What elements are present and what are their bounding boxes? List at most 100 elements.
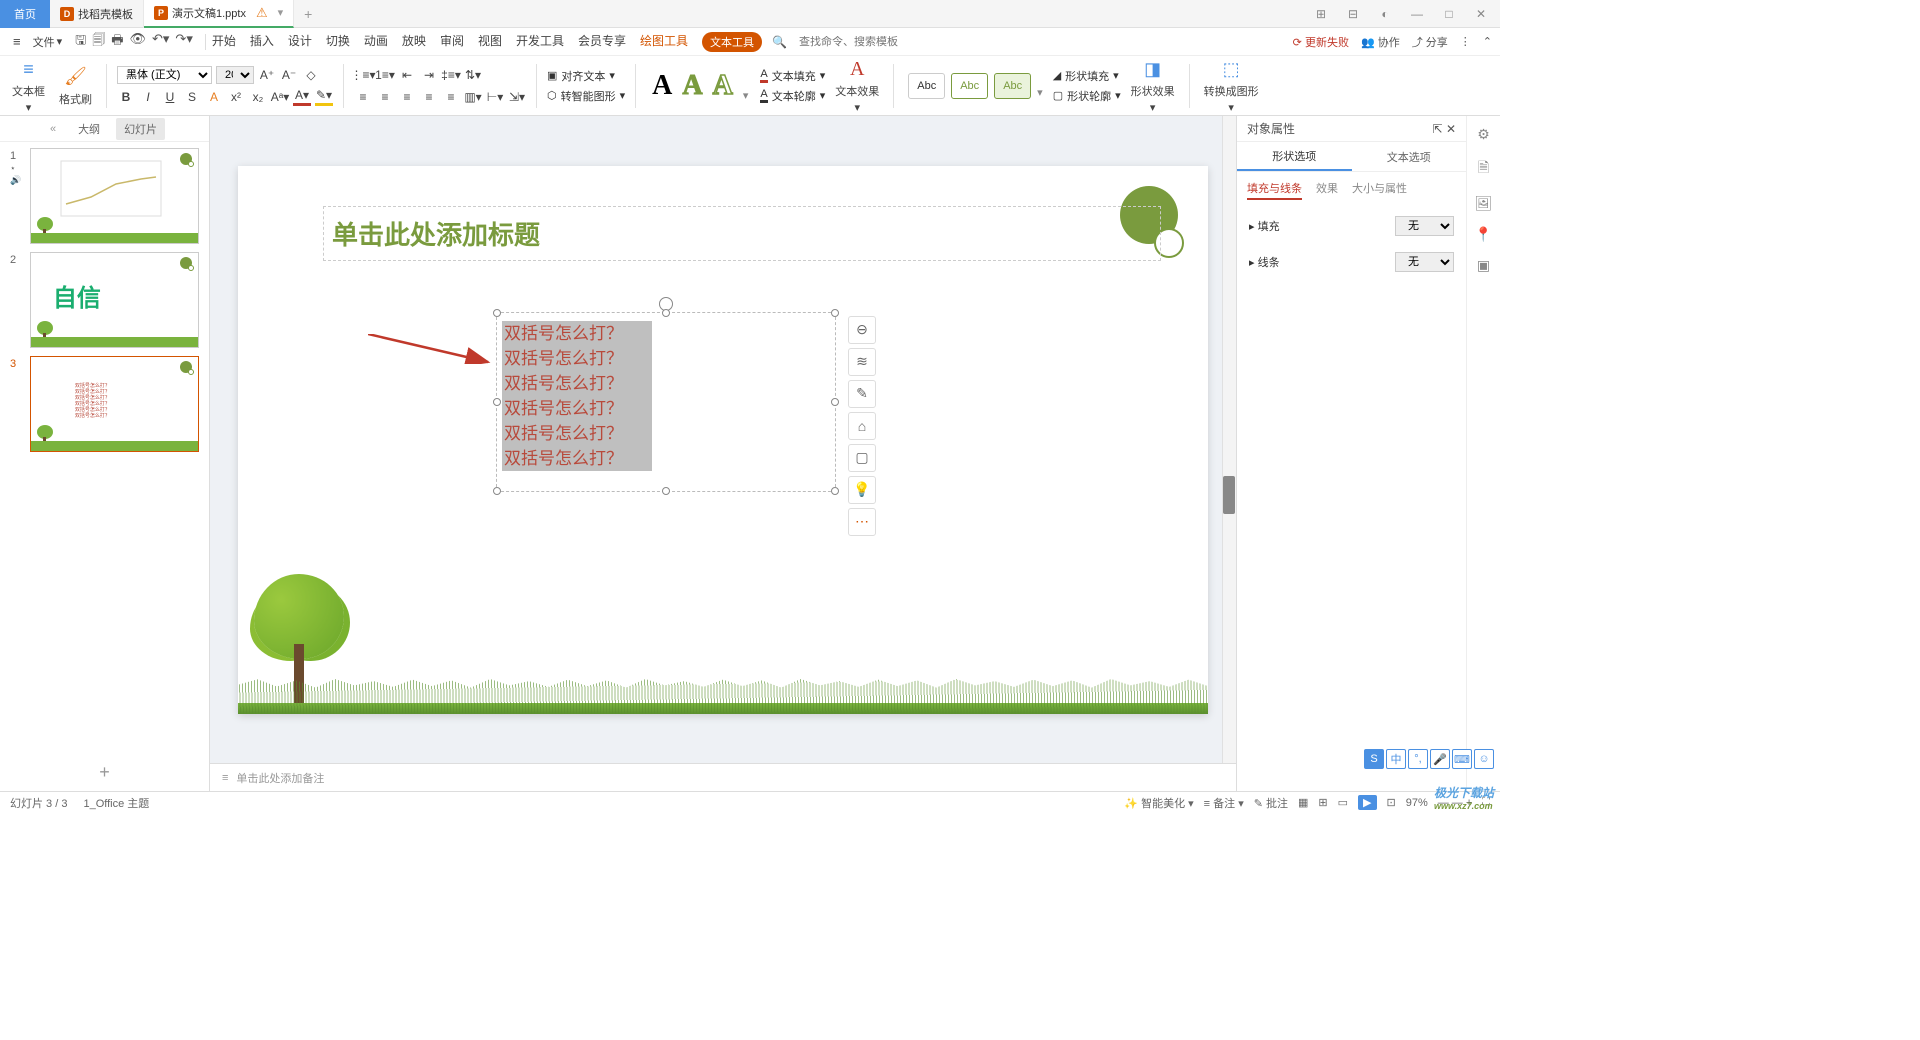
case-icon[interactable]: Aᵃ▾ <box>271 88 289 106</box>
tab-home[interactable]: 首页 <box>0 0 50 28</box>
notes-button[interactable]: ≡ 备注 ▾ <box>1204 795 1244 811</box>
ime-kbd-icon[interactable]: ⌨ <box>1452 749 1472 769</box>
slide[interactable]: 单击此处添加标题 双括号怎么打？ 双括号怎么打？ 双括号怎么打？ <box>238 166 1208 714</box>
rp-sub-effect[interactable]: 效果 <box>1316 180 1338 200</box>
view-play-icon[interactable]: ▶ <box>1358 795 1376 810</box>
thumb-3[interactable]: 双括号怎么打？ 双括号怎么打？ 双括号怎么打？ 双括号怎么打？ 双括号怎么打？ … <box>30 356 199 452</box>
ime-mic-icon[interactable]: 🎤 <box>1430 749 1450 769</box>
side-image-icon[interactable]: 🖼 <box>1475 195 1493 212</box>
bullets-icon[interactable]: ⋮≡▾ <box>354 66 372 84</box>
view-sorter-icon[interactable]: ⊞ <box>1318 796 1327 809</box>
underline-icon[interactable]: U <box>161 88 179 106</box>
clear-format-icon[interactable]: ◇ <box>302 66 320 84</box>
handle-w[interactable] <box>493 398 501 406</box>
zoom-value[interactable]: 97% <box>1406 797 1428 809</box>
shape-preset-2[interactable]: Abc <box>951 73 988 99</box>
view-reading-icon[interactable]: ▭ <box>1338 796 1348 809</box>
float-layers-icon[interactable]: ≋ <box>848 348 876 376</box>
tab-view[interactable]: 视图 <box>478 32 502 52</box>
user-icon[interactable]: ◐ <box>1374 7 1396 21</box>
numbering-icon[interactable]: 1≡▾ <box>376 66 394 84</box>
wordart-preset-3[interactable]: A <box>713 70 733 102</box>
italic-icon[interactable]: I <box>139 88 157 106</box>
shape-preset-3[interactable]: Abc <box>994 73 1031 99</box>
canvas-scroll[interactable]: 单击此处添加标题 双括号怎么打？ 双括号怎么打？ 双括号怎么打？ <box>210 116 1236 763</box>
columns-icon[interactable]: ▥▾ <box>464 88 482 106</box>
collapse-panel-icon[interactable]: « <box>44 123 62 135</box>
hamburger-icon[interactable]: ≡ <box>8 34 26 49</box>
saveas-icon[interactable]: 🗐 <box>92 31 105 53</box>
wordart-preset-1[interactable]: A <box>652 70 672 102</box>
ime-logo-icon[interactable]: S <box>1364 749 1384 769</box>
tab-transition[interactable]: 切换 <box>326 32 350 52</box>
textbox-content[interactable]: 双括号怎么打？ 双括号怎么打？ 双括号怎么打？ 双括号怎么打？ 双括号怎么打？ … <box>502 321 652 471</box>
save-icon[interactable]: 🖫 <box>75 31 86 53</box>
tab-icon[interactable]: ⊢▾ <box>486 88 504 106</box>
tab-start[interactable]: 开始 <box>212 32 236 52</box>
notes-bar[interactable]: ≡ 单击此处添加备注 <box>210 763 1236 791</box>
add-tab-button[interactable]: + <box>294 6 322 22</box>
chevron-down-icon[interactable]: ▾ <box>743 89 749 102</box>
more-icon[interactable]: ⋮ <box>1460 35 1471 48</box>
format-painter-button[interactable]: 🖌 格式刷 <box>55 61 96 111</box>
coop-button[interactable]: 👥 协作 <box>1361 34 1400 50</box>
bold-icon[interactable]: B <box>117 88 135 106</box>
font-name-select[interactable]: 黑体 (正文) <box>117 66 212 84</box>
float-collapse-icon[interactable]: ⊖ <box>848 316 876 344</box>
super-icon[interactable]: x² <box>227 88 245 106</box>
float-frame-icon[interactable]: ▢ <box>848 444 876 472</box>
rp-sub-fill[interactable]: 填充与线条 <box>1247 180 1302 200</box>
handle-e[interactable] <box>831 398 839 406</box>
decrease-font-icon[interactable]: A⁻ <box>280 66 298 84</box>
strike-icon[interactable]: S <box>183 88 201 106</box>
chevron-down-icon[interactable]: ▾ <box>1037 86 1043 99</box>
ime-punct-icon[interactable]: °, <box>1408 749 1428 769</box>
handle-s[interactable] <box>662 487 670 495</box>
fit-icon[interactable]: ⊡ <box>1387 796 1396 809</box>
rp-tab-text[interactable]: 文本选项 <box>1352 142 1467 171</box>
handle-ne[interactable] <box>831 309 839 317</box>
tab-animation[interactable]: 动画 <box>364 32 388 52</box>
tab-template[interactable]: D 找稻壳模板 <box>50 0 144 28</box>
thumb-2[interactable]: 自信 <box>30 252 199 348</box>
shape-fill-button[interactable]: ◢ 形状填充 ▾ <box>1053 68 1121 84</box>
tab-vip[interactable]: 会员专享 <box>578 32 626 52</box>
title-placeholder[interactable]: 单击此处添加标题 <box>323 206 1161 261</box>
indent-dec-icon[interactable]: ⇤ <box>398 66 416 84</box>
side-location-icon[interactable]: 📍 <box>1475 226 1492 243</box>
font-size-select[interactable]: 20 <box>216 66 254 84</box>
redo-icon[interactable]: ↷▾ <box>175 31 192 53</box>
indent-icon[interactable]: ⇲▾ <box>508 88 526 106</box>
side-settings-icon[interactable]: ⚙ <box>1477 126 1490 143</box>
float-shape-icon[interactable]: ⌂ <box>848 412 876 440</box>
tab-show[interactable]: 放映 <box>402 32 426 52</box>
align-text-button[interactable]: ▣ 对齐文本 ▾ <box>547 68 625 84</box>
add-slide-button[interactable]: + <box>0 754 209 791</box>
align-dist-icon[interactable]: ≡ <box>442 88 460 106</box>
scrollbar-thumb[interactable] <box>1223 476 1235 514</box>
tab-texttool[interactable]: 文本工具 <box>702 32 762 52</box>
sub-icon[interactable]: x₂ <box>249 88 267 106</box>
tab-document[interactable]: P 演示文稿1.pptx ⚠ ▾ <box>144 0 294 28</box>
collapse-ribbon-icon[interactable]: ⌃ <box>1483 35 1492 48</box>
handle-sw[interactable] <box>493 487 501 495</box>
wordart-preset-2[interactable]: A <box>682 70 702 102</box>
shape-outline-button[interactable]: ▢ 形状轮廓 ▾ <box>1053 88 1121 104</box>
minimize-button[interactable]: — <box>1406 7 1428 21</box>
font-color-icon[interactable]: A▾ <box>293 88 311 106</box>
tab-drawtool[interactable]: 绘图工具 <box>640 32 688 52</box>
align-center-icon[interactable]: ≡ <box>376 88 394 106</box>
tab-dev[interactable]: 开发工具 <box>516 32 564 52</box>
wordart-styles[interactable]: A A A ▾ <box>646 70 754 102</box>
shape-presets[interactable]: Abc Abc Abc ▾ <box>904 73 1046 99</box>
print-icon[interactable]: 🖶 <box>111 31 123 53</box>
close-button[interactable]: ✕ <box>1470 7 1492 21</box>
shape-preset-1[interactable]: Abc <box>908 73 945 99</box>
handle-n[interactable] <box>662 309 670 317</box>
float-bulb-icon[interactable]: 💡 <box>848 476 876 504</box>
text-fill-button[interactable]: A 文本填充 ▾ <box>760 68 825 84</box>
ime-lang-icon[interactable]: 中 <box>1386 749 1406 769</box>
align-left-icon[interactable]: ≡ <box>354 88 372 106</box>
vertical-scrollbar[interactable] <box>1222 116 1236 763</box>
preview-icon[interactable]: 👁 <box>129 31 146 53</box>
